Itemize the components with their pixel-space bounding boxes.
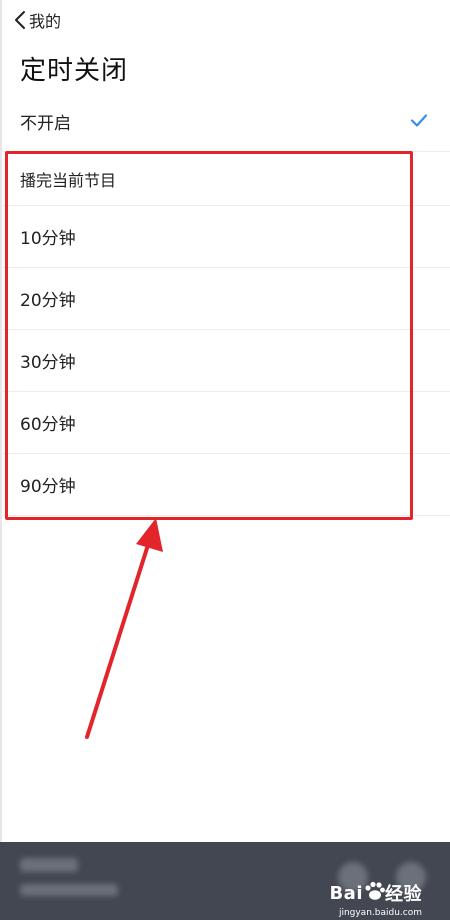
back-label: 我的	[29, 12, 62, 31]
option-label: 20分钟	[20, 291, 76, 311]
option-finish-current[interactable]: 播完当前节目	[0, 152, 450, 206]
option-label: 播完当前节目	[20, 170, 117, 190]
blurred-track-subtitle	[20, 884, 118, 896]
option-label: 60分钟	[20, 415, 76, 435]
chevron-left-icon	[14, 10, 26, 30]
option-label: 10分钟	[20, 229, 76, 249]
watermark-brand-cn: 经验	[385, 884, 422, 905]
option-20min[interactable]: 20分钟	[0, 268, 450, 330]
page-title: 定时关闭	[20, 56, 129, 86]
watermark-url: jingyan.baidu.com	[338, 908, 422, 918]
option-label: 不开启	[20, 114, 71, 134]
option-10min[interactable]: 10分钟	[0, 206, 450, 268]
baidu-jingyan-watermark: Bai 经验 jingyan.baidu.com	[329, 880, 422, 918]
back-nav[interactable]: 我的	[14, 6, 61, 34]
paw-icon	[363, 881, 385, 905]
watermark-brand: Bai	[329, 882, 363, 904]
option-60min[interactable]: 60分钟	[0, 392, 450, 454]
mini-player-bar[interactable]: Bai 经验 jingyan.baidu.com	[0, 842, 450, 920]
option-label: 90分钟	[20, 477, 76, 497]
option-30min[interactable]: 30分钟	[0, 330, 450, 392]
timer-options-list: 不开启 播完当前节目 10分钟 20分钟 30分钟 60分钟 90分钟	[0, 92, 450, 516]
option-off[interactable]: 不开启	[0, 92, 450, 152]
checkmark-icon	[410, 112, 428, 131]
option-90min[interactable]: 90分钟	[0, 454, 450, 516]
option-label: 30分钟	[20, 353, 76, 373]
blurred-track-title	[20, 858, 78, 872]
